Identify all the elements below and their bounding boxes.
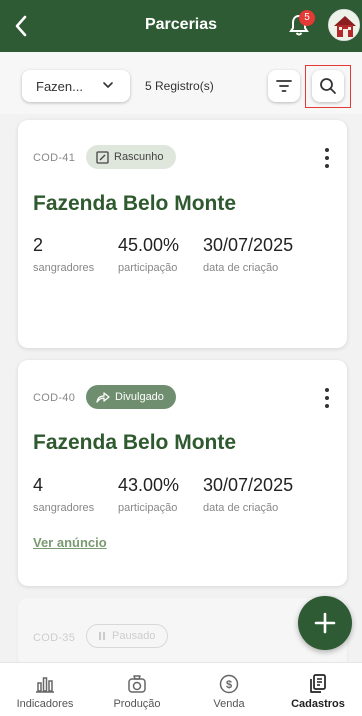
- more-dot: [325, 156, 329, 160]
- plus-icon: [314, 612, 336, 634]
- stat-label: participação: [118, 502, 178, 514]
- more-dot: [325, 396, 329, 400]
- stat-value: 2: [33, 235, 44, 255]
- card-code: COD-35: [33, 632, 76, 644]
- filter-icon: [276, 80, 292, 92]
- stat-label: participação: [118, 262, 178, 274]
- status-badge-label: Divulgado: [115, 391, 164, 403]
- pause-icon: [99, 632, 105, 640]
- notification-count-badge: 5: [299, 10, 315, 26]
- card-code: COD-41: [33, 152, 76, 164]
- nav-label: Venda: [213, 698, 245, 710]
- share-icon: [96, 392, 110, 403]
- stat-value: 30/07/2025: [203, 235, 294, 255]
- status-badge: Rascunho: [86, 145, 176, 169]
- more-dot: [325, 404, 329, 408]
- partnership-card[interactable]: COD-35 Pausado: [18, 598, 347, 668]
- farm-name: Fazenda Belo Monte: [33, 431, 237, 454]
- stat-tappers: 2 sangradores: [33, 235, 94, 274]
- farm-name: Fazenda Belo Monte: [33, 192, 237, 215]
- farm-house-icon: [329, 10, 359, 40]
- farm-select-value: Fazen...: [36, 78, 83, 94]
- more-dot: [325, 164, 329, 168]
- status-badge-label: Rascunho: [114, 151, 164, 163]
- partnership-card[interactable]: COD-40 Divulgado Fazenda Belo Monte 4 sa…: [18, 360, 347, 586]
- stat-value: 43.00%: [118, 475, 180, 495]
- svg-text:$: $: [226, 679, 232, 691]
- bar-chart-icon: [36, 677, 54, 693]
- stat-value: 30/07/2025: [203, 475, 294, 495]
- filter-button[interactable]: [268, 70, 300, 102]
- stat-label: data de criação: [203, 502, 279, 514]
- more-dot: [325, 388, 329, 392]
- stat-participation: 43.00% participação: [118, 475, 179, 514]
- chevron-down-icon: [103, 82, 113, 88]
- documents-icon: [310, 674, 326, 693]
- stat-value: 4: [33, 475, 44, 495]
- more-dot: [325, 148, 329, 152]
- farm-select[interactable]: Fazen...: [22, 70, 130, 102]
- nav-item-production[interactable]: Produção: [92, 663, 182, 716]
- more-options-button[interactable]: [323, 148, 331, 168]
- partnership-card[interactable]: COD-41 Rascunho Fazenda Belo Monte 2 san…: [18, 120, 347, 348]
- filter-toolbar: Fazen... 5 Registro(s): [0, 52, 362, 114]
- nav-label: Produção: [113, 698, 161, 710]
- app-header: Parcerias 5: [0, 0, 362, 52]
- scale-icon: [128, 675, 146, 693]
- add-partnership-button[interactable]: [298, 596, 352, 650]
- records-count: 5 Registro(s): [145, 79, 214, 93]
- status-badge-label: Pausado: [112, 630, 156, 642]
- search-button-highlight: [305, 65, 351, 108]
- edit-icon: [96, 150, 109, 164]
- dollar-icon: $: [219, 674, 239, 694]
- more-options-button[interactable]: [323, 388, 331, 408]
- avatar[interactable]: [328, 9, 360, 41]
- stat-tappers: 4 sangradores: [33, 475, 94, 514]
- stat-created-date: 30/07/2025 data de criação: [203, 235, 293, 274]
- stat-created-date: 30/07/2025 data de criação: [203, 475, 293, 514]
- stat-label: sangradores: [33, 262, 95, 274]
- view-listing-link[interactable]: Ver anúncio: [33, 535, 107, 550]
- nav-label: Indicadores: [16, 698, 74, 710]
- status-badge: Divulgado: [86, 385, 176, 409]
- nav-item-registrations[interactable]: Cadastros: [274, 663, 362, 716]
- stat-label: data de criação: [203, 262, 279, 274]
- status-badge: Pausado: [86, 624, 169, 648]
- nav-item-sales[interactable]: $ Venda: [184, 663, 274, 716]
- stat-label: sangradores: [33, 502, 95, 514]
- stat-value: 45.00%: [118, 235, 180, 255]
- nav-label: Cadastros: [291, 698, 345, 710]
- bottom-navigation: Indicadores Produção $ Venda Cadastros: [0, 662, 362, 716]
- stat-participation: 45.00% participação: [118, 235, 179, 274]
- card-code: COD-40: [33, 392, 76, 404]
- nav-item-indicators[interactable]: Indicadores: [0, 663, 90, 716]
